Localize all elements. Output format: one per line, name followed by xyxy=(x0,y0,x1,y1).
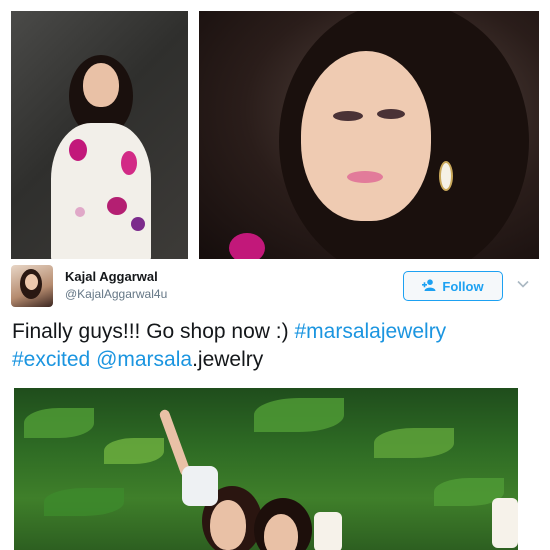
leaf-shape xyxy=(24,408,94,438)
leaf-shape xyxy=(44,488,124,516)
eye-shape xyxy=(377,109,405,119)
hashtag-link[interactable]: #marsalajewelry xyxy=(294,320,446,343)
avatar[interactable] xyxy=(11,265,53,307)
follow-label: Follow xyxy=(442,278,484,294)
tweet-text-line-2: #excited @marsala.jewelry xyxy=(12,346,532,374)
tweet-header: Kajal Aggarwal @KajalAggarwal4u Follow xyxy=(11,263,529,311)
leaf-shape xyxy=(374,428,454,458)
face-shape xyxy=(264,514,298,550)
face-shape xyxy=(301,51,431,221)
author-name[interactable]: Kajal Aggarwal xyxy=(65,269,158,284)
sleeve-shape xyxy=(182,466,218,506)
face-shape xyxy=(210,500,246,550)
author-handle[interactable]: @KajalAggarwal4u xyxy=(65,287,167,301)
flower-pattern xyxy=(75,207,85,217)
eye-shape xyxy=(333,111,363,121)
follow-button[interactable]: Follow xyxy=(403,271,503,301)
flower-pattern xyxy=(121,151,137,175)
hashtag-link[interactable]: #excited xyxy=(12,348,90,371)
sleeve-shape xyxy=(314,512,342,550)
tweet-text-plain: .jewelry xyxy=(192,348,264,371)
tweet-text-plain: Finally guys!!! Go shop now :) xyxy=(12,320,295,343)
mention-link[interactable]: @marsala xyxy=(96,348,192,371)
flower-pattern xyxy=(107,197,127,215)
flower-pattern xyxy=(69,139,87,161)
leaf-shape xyxy=(104,438,164,464)
dress-shape xyxy=(51,123,151,259)
flower-pattern xyxy=(131,217,145,231)
chevron-down-icon[interactable] xyxy=(516,277,530,291)
tweet-text: Finally guys!!! Go shop now :) #marsalaj… xyxy=(12,318,532,374)
earring-shape xyxy=(439,161,453,191)
person-plus-icon xyxy=(422,278,436,294)
photo-full-length[interactable] xyxy=(11,11,188,259)
tweet-text-line-1: Finally guys!!! Go shop now :) #marsalaj… xyxy=(12,318,532,346)
face-shape xyxy=(83,63,119,107)
lips-shape xyxy=(347,171,383,183)
photo-portrait[interactable] xyxy=(199,11,539,259)
photo-garden[interactable] xyxy=(14,388,518,550)
sleeve-shape xyxy=(492,498,518,548)
leaf-shape xyxy=(254,398,344,432)
flower-pattern xyxy=(229,233,265,259)
